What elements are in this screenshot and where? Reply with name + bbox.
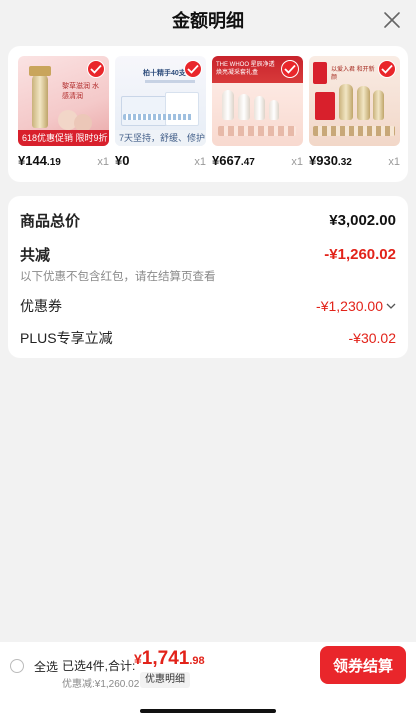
- product-item[interactable]: 黎草滋润 水感清润 618优惠促销 限时9折 ¥144.19 x1: [18, 56, 109, 182]
- product-qty: x1: [388, 156, 400, 168]
- plus-label: PLUS专享立减: [20, 330, 113, 346]
- select-all-label[interactable]: 全选: [34, 658, 58, 675]
- plus-value: -¥30.02: [348, 330, 396, 346]
- total-price-value: ¥3,002.00: [329, 212, 396, 229]
- check-icon: [378, 60, 396, 78]
- coupon-value: -¥1,230.00: [316, 298, 383, 314]
- product-image[interactable]: 黎草滋润 水感清润 618优惠促销 限时9折: [18, 56, 109, 146]
- product-item[interactable]: THE WHOO 星辰净透 焕亮凝采套礼盒 ¥667.47 x1: [212, 56, 303, 182]
- check-icon: [87, 60, 105, 78]
- product-item[interactable]: 以爱入君 和开新颜 ¥930.32 x1: [309, 56, 400, 182]
- discount-line: 优惠减:¥1,260.02: [62, 679, 140, 690]
- product-price: ¥0: [115, 153, 130, 168]
- total-amount: ¥1,741.98: [134, 648, 205, 669]
- product-list: 黎草滋润 水感清润 618优惠促销 限时9折 ¥144.19 x1 柏十精手40…: [8, 46, 408, 182]
- reduce-value: -¥1,260.02: [324, 246, 396, 263]
- product-thumb-text: 以爱入君 和开新颜: [331, 67, 375, 81]
- product-image[interactable]: THE WHOO 星辰净透 焕亮凝采套礼盒: [212, 56, 303, 146]
- chevron-down-icon[interactable]: [386, 302, 396, 310]
- product-image[interactable]: 柏十精手40支 7天坚持，舒缓、修护: [115, 56, 206, 146]
- product-qty: x1: [194, 156, 206, 168]
- product-banner: 7天坚持，舒缓、修护: [115, 130, 206, 146]
- selected-count: 已选4件,合计:: [62, 659, 136, 673]
- price-summary: 商品总价 ¥3,002.00 共减 -¥1,260.02 以下优惠不包含红包，请…: [8, 196, 408, 358]
- select-all-radio[interactable]: [10, 659, 24, 673]
- checkout-button[interactable]: 领券结算: [320, 646, 406, 684]
- close-icon[interactable]: [382, 10, 402, 30]
- product-item[interactable]: 柏十精手40支 7天坚持，舒缓、修护 ¥0 x1: [115, 56, 206, 182]
- check-icon: [281, 60, 299, 78]
- product-qty: x1: [97, 156, 109, 168]
- header: 金额明细: [0, 0, 416, 40]
- home-indicator: [140, 709, 276, 713]
- reduce-label: 共减: [20, 247, 51, 264]
- total-price-label: 商品总价: [20, 213, 81, 230]
- product-thumb-text: 黎草滋润 水感清润: [62, 83, 99, 100]
- check-icon: [184, 60, 202, 78]
- coupon-row[interactable]: 优惠券 -¥1,230.00: [20, 296, 396, 316]
- discount-detail-tag[interactable]: 优惠明细: [140, 672, 190, 688]
- page-title: 金额明细: [172, 11, 244, 31]
- reduce-note: 以下优惠不包含红包，请在结算页查看: [20, 271, 216, 283]
- product-price: ¥667.47: [212, 153, 255, 168]
- product-qty: x1: [291, 156, 303, 168]
- coupon-label: 优惠券: [20, 298, 62, 314]
- product-banner: 618优惠促销 限时9折: [18, 130, 109, 146]
- product-price: ¥144.19: [18, 153, 61, 168]
- product-thumb-text: THE WHOO 星辰净透 焕亮凝采套礼盒: [216, 62, 275, 76]
- product-image[interactable]: 以爱入君 和开新颜: [309, 56, 400, 146]
- product-price: ¥930.32: [309, 153, 352, 168]
